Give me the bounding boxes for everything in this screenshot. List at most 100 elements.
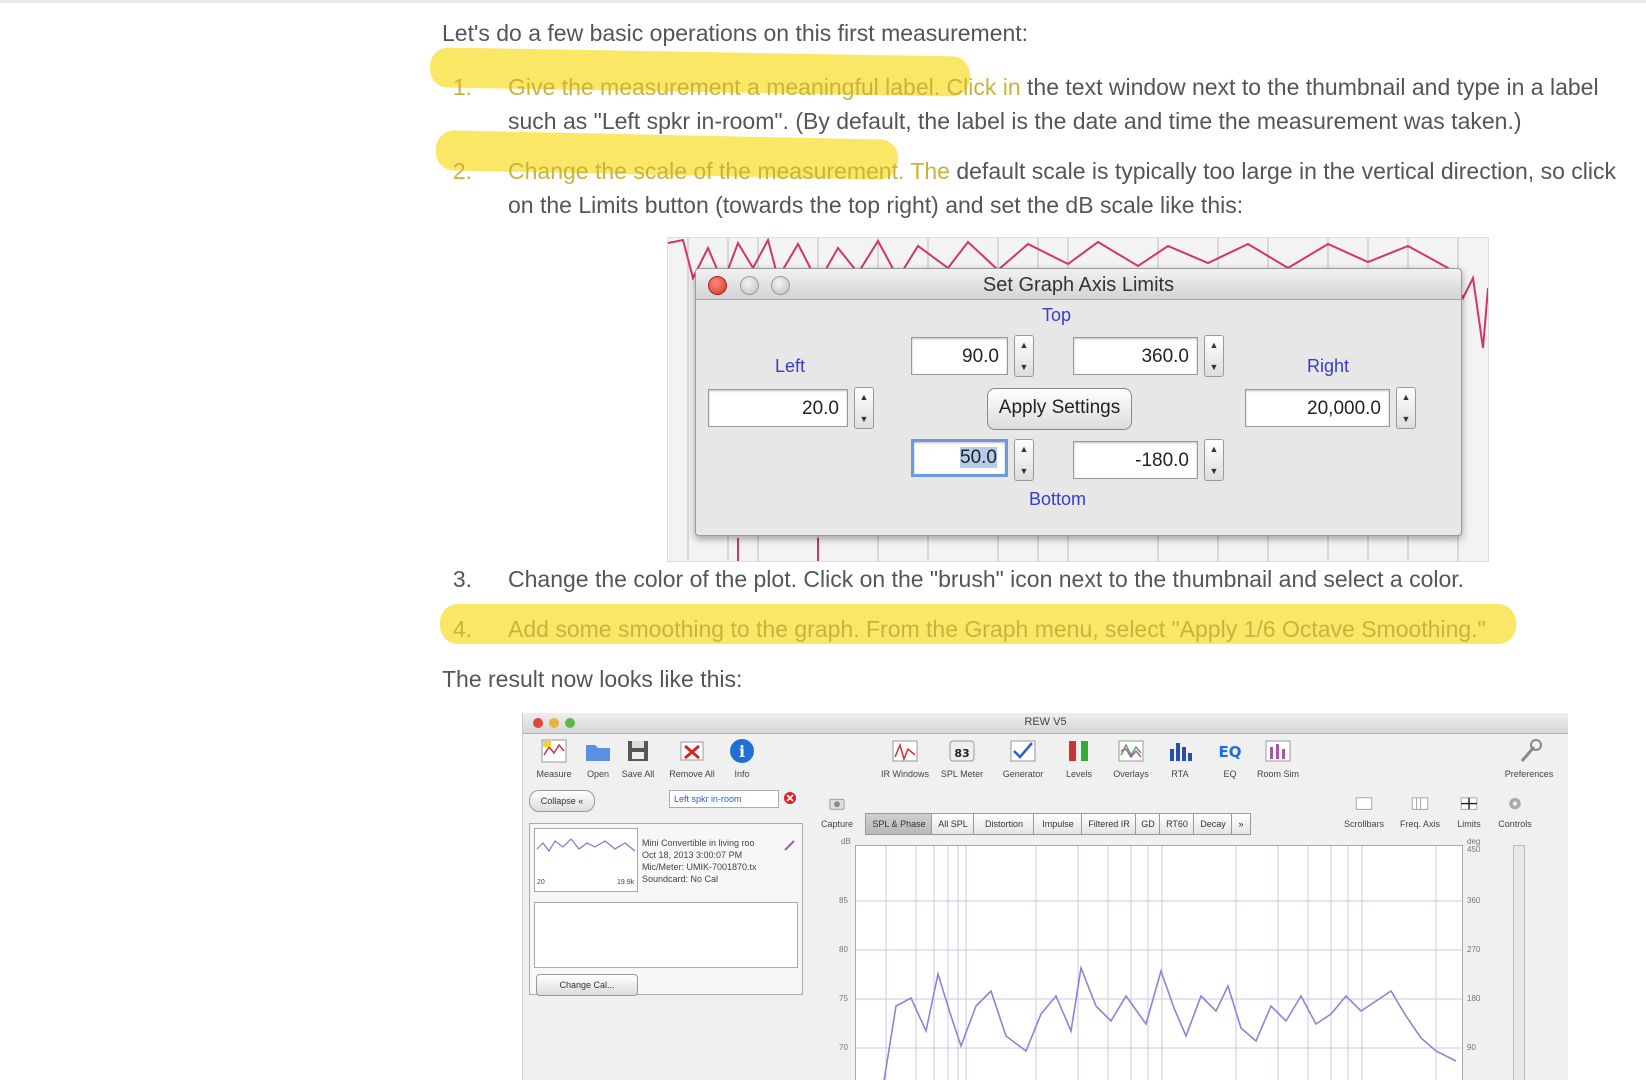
measurement-list: [534, 902, 798, 968]
controls-button[interactable]: Controls: [1493, 795, 1537, 829]
scrollbars-button[interactable]: Scrollbars: [1339, 795, 1389, 829]
tab-spl-phase[interactable]: SPL & Phase: [865, 813, 933, 835]
right-label: Right: [1307, 356, 1350, 376]
spl-meter-label: SPL Meter: [940, 769, 984, 779]
top-left-stepper[interactable]: ▲ ▼: [1014, 335, 1034, 377]
tab-gd[interactable]: GD: [1135, 813, 1161, 835]
limits-icon: [1460, 797, 1478, 810]
tab-all-spl[interactable]: All SPL: [931, 813, 975, 835]
spl-meter-button[interactable]: 83 SPL Meter: [939, 737, 985, 779]
label-field-value: Left spkr in-room: [674, 794, 742, 804]
info-label: Info: [734, 769, 750, 779]
tab-impulse[interactable]: Impulse: [1033, 813, 1083, 835]
meas-info-line1: Mini Convertible in living roo: [642, 838, 755, 848]
open-button[interactable]: Open: [581, 737, 615, 779]
info-button[interactable]: i Info: [725, 737, 759, 779]
ir-windows-label: IR Windows: [880, 769, 929, 779]
graph-grid: [856, 846, 1462, 1080]
bottom-right-field[interactable]: -180.0: [1073, 441, 1198, 479]
bottom-left-field[interactable]: 50.0: [911, 439, 1008, 477]
rew-titlebar: REW V5: [523, 713, 1568, 734]
room-sim-label: Room Sim: [1256, 769, 1299, 779]
y-right-tick-360: 360: [1467, 896, 1481, 905]
rew-title: REW V5: [1024, 716, 1067, 728]
preferences-label: Preferences: [1504, 769, 1554, 779]
dialog-title: Set Graph Axis Limits: [982, 274, 1175, 296]
save-all-button[interactable]: Save All: [617, 737, 659, 779]
y-right-tick-90: 90: [1467, 1043, 1476, 1052]
thumbnail[interactable]: 20 19.9k: [534, 828, 638, 892]
svg-text:EQ: EQ: [1219, 743, 1242, 761]
ir-windows-icon: [892, 740, 918, 762]
left-stepper[interactable]: ▲ ▼: [854, 387, 874, 429]
y-right-tick-180: 180: [1467, 994, 1481, 1003]
ir-windows-button[interactable]: IR Windows: [879, 737, 931, 779]
remove-icon: [680, 741, 704, 761]
step-1-highlight: Give the measurement a meaningful label.…: [508, 74, 1021, 100]
limits-label: Limits: [1457, 819, 1481, 829]
bottom-left-value: 50.0: [960, 447, 997, 468]
vertical-scrollbar[interactable]: [1513, 845, 1525, 1080]
remove-all-button[interactable]: Remove All: [665, 737, 719, 779]
preferences-button[interactable]: Preferences: [1499, 737, 1559, 779]
apply-settings-button[interactable]: Apply Settings: [987, 388, 1132, 430]
tab-rt60[interactable]: RT60: [1159, 813, 1195, 835]
right-field[interactable]: 20,000.0: [1245, 389, 1390, 427]
tab-filtered-ir[interactable]: Filtered IR: [1081, 813, 1137, 835]
levels-button[interactable]: Levels: [1061, 737, 1097, 779]
collapse-button[interactable]: Collapse «: [529, 790, 595, 812]
open-label: Open: [586, 769, 610, 779]
top-right-field[interactable]: 360.0: [1073, 337, 1198, 375]
measure-button[interactable]: Measure: [531, 737, 577, 779]
room-sim-button[interactable]: Room Sim: [1255, 737, 1301, 779]
result-text: The result now looks like this:: [442, 666, 743, 692]
tab-more[interactable]: »: [1231, 813, 1251, 835]
dialog-titlebar[interactable]: Set Graph Axis Limits: [696, 269, 1461, 300]
spl-meter-icon: 83: [949, 740, 975, 762]
freq-axis-button[interactable]: Freq. Axis: [1395, 795, 1445, 829]
freq-axis-label: Freq. Axis: [1399, 819, 1440, 829]
capture-button[interactable]: Capture: [817, 795, 857, 829]
rta-icon: [1170, 743, 1192, 761]
scrollbars-label: Scrollbars: [1343, 819, 1384, 829]
overlays-icon: [1118, 740, 1144, 762]
rta-button[interactable]: RTA: [1165, 737, 1195, 779]
remove-measurement-icon[interactable]: [783, 791, 797, 805]
top-left-field[interactable]: 90.0: [911, 337, 1008, 375]
bottom-right-stepper[interactable]: ▲ ▼: [1204, 439, 1224, 481]
y-right-tick-270: 270: [1467, 945, 1481, 954]
tab-decay[interactable]: Decay: [1193, 813, 1233, 835]
collapse-label: Collapse: [540, 796, 576, 806]
change-cal-button[interactable]: Change Cal...: [536, 974, 638, 996]
generator-button[interactable]: Generator: [999, 737, 1047, 779]
top-right-stepper[interactable]: ▲ ▼: [1204, 335, 1224, 377]
page-top-border: [0, 0, 1646, 3]
room-sim-icon: [1265, 740, 1291, 762]
save-all-label: Save All: [621, 769, 655, 779]
eq-label: EQ: [1223, 769, 1237, 779]
tab-distortion[interactable]: Distortion: [973, 813, 1035, 835]
step-1-line1: the text window next to the thumbnail an…: [1027, 74, 1599, 100]
camera-icon: [829, 798, 845, 810]
y-left-tick-85: 85: [839, 896, 848, 905]
wrench-icon: [1520, 739, 1542, 762]
eq-icon: EQ: [1219, 743, 1242, 761]
limits-button[interactable]: Limits: [1451, 795, 1487, 829]
save-icon: [628, 741, 648, 761]
bottom-left-stepper[interactable]: ▲ ▼: [1014, 439, 1034, 481]
overlays-label: Overlays: [1113, 769, 1149, 779]
left-field[interactable]: 20.0: [708, 389, 848, 427]
spl-graph[interactable]: [855, 845, 1463, 1080]
brush-icon[interactable]: [783, 838, 797, 852]
step-2-number: 2.: [452, 158, 472, 184]
measure-icon: [541, 739, 567, 763]
eq-button[interactable]: EQ EQ: [1215, 737, 1245, 779]
measure-label: Measure: [536, 769, 572, 779]
right-stepper[interactable]: ▲ ▼: [1396, 387, 1416, 429]
set-graph-axis-limits-dialog: Set Graph Axis Limits Top Left Right Bot…: [695, 268, 1462, 536]
overlays-button[interactable]: Overlays: [1109, 737, 1153, 779]
label-field[interactable]: Left spkr in-room: [669, 790, 779, 808]
y-left-tick-75: 75: [839, 994, 848, 1003]
step-1-line2: such as "Left spkr in-room". (By default…: [508, 108, 1522, 134]
step-2-line2: on the Limits button (towards the top ri…: [508, 192, 1244, 218]
